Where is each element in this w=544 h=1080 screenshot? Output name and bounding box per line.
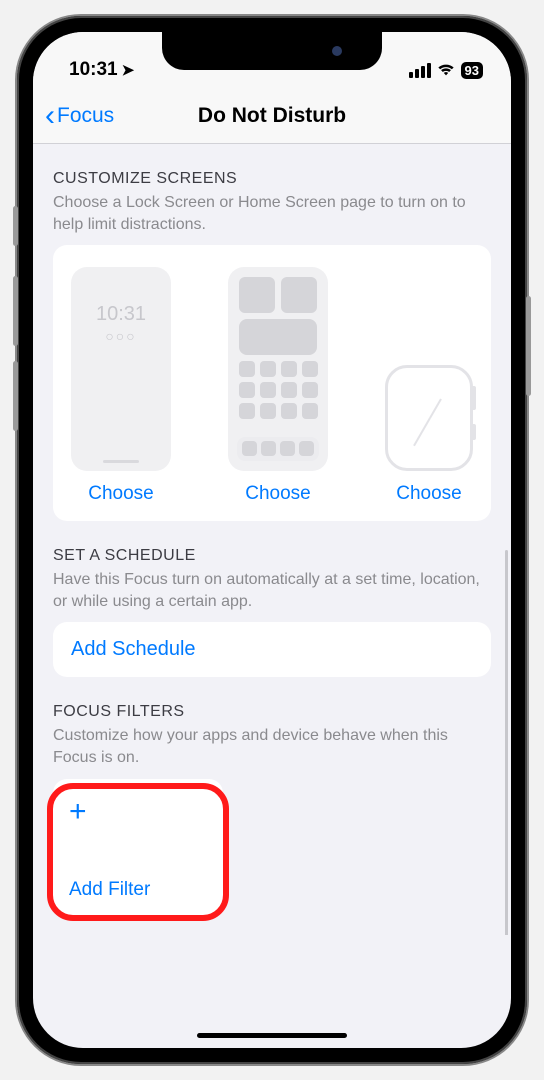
phone-frame: 10:31 ➤ 93 ‹ Focus Do Not Disturb <box>17 16 527 1064</box>
content: CUSTOMIZE SCREENS Choose a Lock Screen o… <box>33 144 511 935</box>
home-screen-option[interactable]: Choose <box>228 267 328 505</box>
power-button <box>526 296 531 396</box>
wifi-icon <box>437 63 455 77</box>
home-indicator[interactable] <box>197 1033 347 1038</box>
notch <box>162 32 382 70</box>
status-right: 93 <box>409 62 483 79</box>
schedule-sub: Have this Focus turn on automatically at… <box>53 569 491 612</box>
location-icon: ➤ <box>122 61 135 79</box>
battery-indicator: 93 <box>461 62 483 79</box>
add-schedule-button[interactable]: Add Schedule <box>53 622 491 677</box>
lock-screen-dots: ○○○ <box>105 328 136 344</box>
nav-bar: ‹ Focus Do Not Disturb <box>33 88 511 144</box>
lock-screen-option[interactable]: 10:31 ○○○ Choose <box>71 267 171 505</box>
status-left: 10:31 ➤ <box>69 59 134 81</box>
mute-switch <box>13 206 18 246</box>
choose-home-label: Choose <box>245 483 311 505</box>
volume-up-button <box>13 276 18 346</box>
back-button[interactable]: ‹ Focus <box>45 101 114 131</box>
customize-screens-sub: Choose a Lock Screen or Home Screen page… <box>53 192 491 235</box>
volume-down-button <box>13 361 18 431</box>
back-label: Focus <box>57 104 114 128</box>
chevron-left-icon: ‹ <box>45 101 55 131</box>
watch-preview <box>385 365 473 471</box>
signal-icon <box>409 63 431 78</box>
filters-header: FOCUS FILTERS <box>53 703 491 721</box>
customize-screens-card: 10:31 ○○○ Choose <box>53 245 491 521</box>
lock-screen-homebar <box>103 460 139 463</box>
filters-sub: Customize how your apps and device behav… <box>53 725 491 768</box>
choose-lock-label: Choose <box>88 483 154 505</box>
scroll-indicator[interactable] <box>505 550 508 935</box>
add-filter-label: Add Filter <box>69 879 207 901</box>
phone-screen: 10:31 ➤ 93 ‹ Focus Do Not Disturb <box>33 32 511 1048</box>
watch-option[interactable]: Choose <box>385 267 473 505</box>
lock-screen-preview: 10:31 ○○○ <box>71 267 171 471</box>
add-filter-button[interactable]: + Add Filter <box>53 779 223 915</box>
choose-watch-label: Choose <box>396 483 462 505</box>
add-schedule-label: Add Schedule <box>71 638 473 661</box>
home-screen-preview <box>228 267 328 471</box>
status-time: 10:31 <box>69 59 118 81</box>
schedule-header: SET A SCHEDULE <box>53 547 491 565</box>
plus-icon: + <box>69 797 207 827</box>
customize-screens-header: CUSTOMIZE SCREENS <box>53 170 491 188</box>
lock-screen-time: 10:31 <box>96 303 146 326</box>
